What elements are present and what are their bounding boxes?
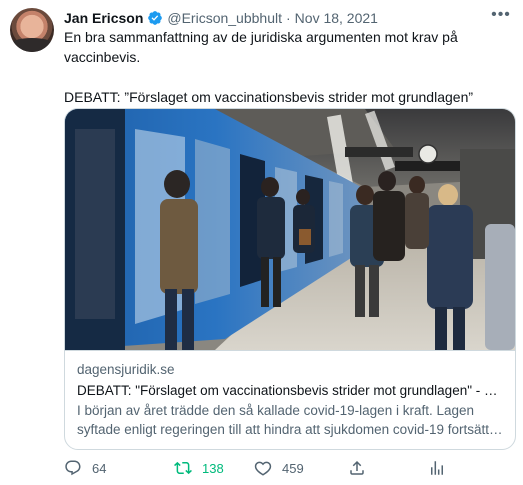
author-handle[interactable]: @Ericson_ubbhult (167, 10, 282, 26)
like-count: 459 (282, 460, 304, 476)
subway-platform-photo (65, 109, 515, 350)
heart-icon (254, 461, 272, 476)
avatar[interactable] (10, 8, 54, 52)
share-icon (350, 460, 364, 475)
more-dots-icon[interactable]: ••• (491, 7, 511, 28)
card-description-line: syftade enligt regeringen till att hindr… (77, 422, 503, 437)
tweet[interactable]: Jan Ericson @Ericson_ubbhult · Nov 18, 2… (0, 0, 523, 485)
author-display-name[interactable]: Jan Ericson (64, 10, 143, 26)
share-button[interactable] (340, 452, 376, 484)
like-button[interactable]: 459 (246, 452, 304, 484)
tweet-text-line: DEBATT: ”Förslaget om vaccinationsbevis … (64, 89, 474, 105)
tweet-header: Jan Ericson @Ericson_ubbhult · Nov 18, 2… (64, 8, 378, 28)
tweet-actions: 64 138 459 (56, 452, 506, 484)
verified-badge-icon (148, 11, 163, 25)
card-title: DEBATT: "Förslaget om vaccinationsbevis … (77, 383, 503, 398)
tweet-date[interactable]: Nov 18, 2021 (295, 10, 378, 26)
reply-button[interactable]: 64 (56, 452, 106, 484)
tweet-text-line: En bra sammanfattning av de juridiska ar… (64, 29, 458, 65)
link-card[interactable]: dagensjuridik.se DEBATT: "Förslaget om v… (64, 108, 516, 450)
retweet-button[interactable]: 138 (166, 452, 224, 484)
card-image (65, 109, 515, 350)
analytics-icon (431, 461, 443, 475)
tweet-text: En bra sammanfattning av de juridiska ar… (64, 27, 514, 107)
retweet-icon (174, 461, 192, 475)
card-domain: dagensjuridik.se (77, 362, 175, 377)
separator-dot: · (286, 10, 291, 26)
card-meta: dagensjuridik.se DEBATT: "Förslaget om v… (65, 350, 515, 449)
analytics-button[interactable] (420, 452, 456, 484)
card-description-line: I början av året trädde den så kallade c… (77, 403, 474, 418)
retweet-count: 138 (202, 460, 224, 476)
reply-count: 64 (92, 460, 107, 476)
reply-icon (65, 460, 81, 476)
card-description: I början av året trädde den så kallade c… (77, 401, 503, 439)
